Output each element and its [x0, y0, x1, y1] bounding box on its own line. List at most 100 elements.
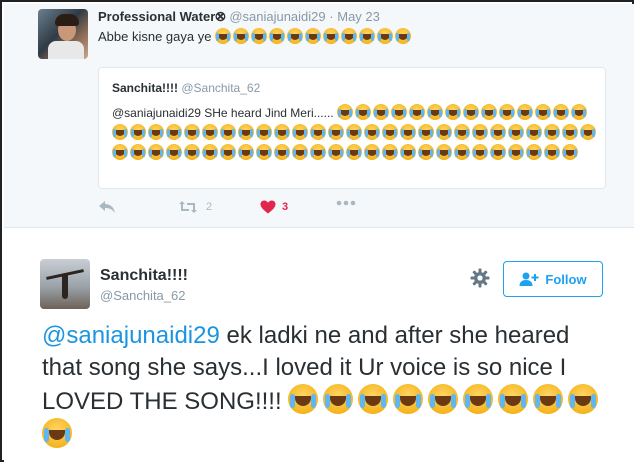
loudly-crying-face-emoji-icon [220, 144, 236, 160]
loudly-crying-face-emoji-icon [148, 144, 164, 160]
loudly-crying-face-emoji-icon [444, 104, 461, 120]
main-tweet: Sanchita!!!! @Sanchita_62 Follow @saniaj… [4, 228, 634, 462]
loudly-crying-face-emoji-icon [287, 28, 304, 44]
reply-icon [99, 201, 115, 213]
retweet-button[interactable]: 2 [178, 200, 212, 214]
loudly-crying-face-emoji-icon [562, 144, 578, 160]
loudly-crying-face-emoji-icon [202, 144, 218, 160]
loudly-crying-face-emoji-icon [274, 144, 290, 160]
author-name[interactable]: Sanchita!!!! [100, 267, 188, 285]
loudly-crying-face-emoji-icon [390, 104, 407, 120]
loudly-crying-face-emoji-icon [323, 384, 354, 414]
like-count: 3 [282, 201, 289, 213]
loudly-crying-face-emoji-icon [233, 28, 250, 44]
loudly-crying-face-emoji-icon [112, 124, 128, 140]
loudly-crying-face-emoji-icon [400, 144, 416, 160]
loudly-crying-face-emoji-icon [490, 144, 506, 160]
author-handle[interactable]: @saniajunaidi29 [229, 9, 325, 24]
avatar[interactable] [40, 259, 90, 309]
loudly-crying-face-emoji-icon [544, 144, 560, 160]
loudly-crying-face-emoji-icon [382, 144, 398, 160]
loudly-crying-face-emoji-icon [472, 144, 488, 160]
like-button[interactable]: 3 [260, 200, 288, 214]
loudly-crying-face-emoji-icon [372, 104, 389, 120]
follow-label: Follow [545, 271, 587, 287]
loudly-crying-face-emoji-icon [251, 28, 268, 44]
retweet-count: 2 [206, 201, 213, 213]
separator-dot: · [329, 9, 334, 24]
loudly-crying-face-emoji-icon [508, 144, 524, 160]
loudly-crying-face-emoji-icon [42, 418, 72, 448]
retweet-icon [179, 201, 197, 213]
loudly-crying-face-emoji-icon [202, 124, 218, 140]
loudly-crying-face-emoji-icon [377, 28, 394, 44]
heart-icon [260, 200, 276, 214]
gear-icon[interactable] [470, 268, 490, 288]
loudly-crying-face-emoji-icon [274, 124, 290, 140]
loudly-crying-face-emoji-icon [580, 124, 596, 140]
loudly-crying-face-emoji-icon [148, 124, 164, 140]
loudly-crying-face-emoji-icon [454, 124, 470, 140]
loudly-crying-face-emoji-icon [454, 144, 470, 160]
author-handle[interactable]: @Sanchita_62 [100, 288, 185, 303]
screenshot-frame: Professional Water⮿ @saniajunaidi29 · Ma… [0, 0, 634, 462]
loudly-crying-face-emoji-icon [292, 124, 308, 140]
loudly-crying-face-emoji-icon [426, 104, 443, 120]
loudly-crying-face-emoji-icon [215, 28, 232, 44]
loudly-crying-face-emoji-icon [498, 384, 529, 414]
loudly-crying-face-emoji-icon [364, 144, 380, 160]
loudly-crying-face-emoji-icon [480, 104, 497, 120]
loudly-crying-face-emoji-icon [328, 144, 344, 160]
tweet-text-content: Abbe kisne gaya ye [98, 29, 212, 44]
loudly-crying-face-emoji-icon [328, 124, 344, 140]
loudly-crying-face-emoji-icon [552, 104, 569, 120]
loudly-crying-face-emoji-icon [428, 384, 459, 414]
loudly-crying-face-emoji-icon [516, 104, 533, 120]
loudly-crying-face-emoji-icon [256, 144, 272, 160]
loudly-crying-face-emoji-icon [526, 144, 542, 160]
loudly-crying-face-emoji-icon [382, 124, 398, 140]
loudly-crying-face-emoji-icon [166, 124, 182, 140]
loudly-crying-face-emoji-icon [436, 144, 452, 160]
loudly-crying-face-emoji-icon [238, 144, 254, 160]
loudly-crying-face-emoji-icon [418, 144, 434, 160]
loudly-crying-face-emoji-icon [346, 124, 362, 140]
loudly-crying-face-emoji-icon [393, 384, 424, 414]
author-name[interactable]: Professional Water⮿ [98, 9, 226, 24]
mention-link[interactable]: @saniajunaidi29 [42, 322, 220, 349]
loudly-crying-face-emoji-icon [463, 384, 494, 414]
loudly-crying-face-emoji-icon [436, 124, 452, 140]
loudly-crying-face-emoji-icon [220, 124, 236, 140]
follow-button[interactable]: Follow [503, 261, 603, 297]
loudly-crying-face-emoji-icon [346, 144, 362, 160]
loudly-crying-face-emoji-icon [336, 104, 353, 120]
loudly-crying-face-emoji-icon [256, 124, 272, 140]
loudly-crying-face-emoji-icon [498, 104, 515, 120]
loudly-crying-face-emoji-icon [359, 28, 376, 44]
loudly-crying-face-emoji-icon [323, 28, 340, 44]
loudly-crying-face-emoji-icon [526, 124, 542, 140]
loudly-crying-face-emoji-icon [310, 144, 326, 160]
tweet-date[interactable]: May 23 [337, 9, 380, 24]
loudly-crying-face-emoji-icon [408, 104, 425, 120]
loudly-crying-face-emoji-icon [184, 124, 200, 140]
loudly-crying-face-emoji-icon [130, 124, 146, 140]
avatar[interactable] [38, 9, 88, 59]
loudly-crying-face-emoji-icon [166, 144, 182, 160]
loudly-crying-face-emoji-icon [354, 104, 371, 120]
loudly-crying-face-emoji-icon [292, 144, 308, 160]
emoji-run [215, 28, 413, 44]
quoted-tweet-text: @saniajunaidi29 SHe heard Jind Meri.....… [112, 103, 598, 163]
more-button[interactable] [336, 200, 356, 206]
loudly-crying-face-emoji-icon [288, 384, 319, 414]
loudly-crying-face-emoji-icon [462, 104, 479, 120]
quoted-author-handle: @Sanchita_62 [181, 81, 261, 95]
context-tweet[interactable]: Professional Water⮿ @saniajunaidi29 · Ma… [4, 4, 634, 228]
loudly-crying-face-emoji-icon [472, 124, 488, 140]
quoted-tweet-card[interactable]: Sanchita!!!! @Sanchita_62 @saniajunaidi2… [98, 67, 606, 189]
loudly-crying-face-emoji-icon [570, 104, 587, 120]
loudly-crying-face-emoji-icon [490, 124, 506, 140]
loudly-crying-face-emoji-icon [418, 124, 434, 140]
reply-button[interactable] [98, 200, 116, 214]
tweet-header: Professional Water⮿ @saniajunaidi29 · Ma… [98, 9, 380, 25]
